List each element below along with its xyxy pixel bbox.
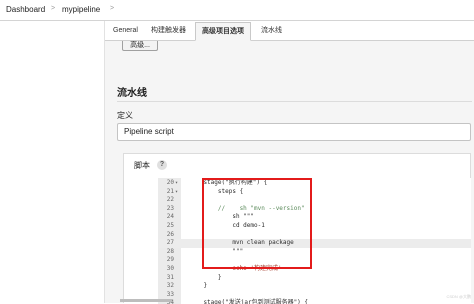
code-line[interactable]: 34 stage("发送jar包到测试服务器") {: [159, 299, 471, 304]
fold-arrow-icon[interactable]: ▾: [175, 179, 178, 188]
line-number: 23: [166, 204, 174, 212]
fold-arrow-icon[interactable]: ▾: [175, 188, 178, 197]
tab-advanced-project-options[interactable]: 高级项目选项: [195, 22, 251, 41]
tab-pipeline[interactable]: 流水线: [255, 21, 288, 40]
breadcrumb-separator-icon: >: [51, 5, 56, 12]
line-number: 29: [166, 256, 174, 264]
tab-build-triggers[interactable]: 构建触发器: [145, 21, 192, 40]
definition-select[interactable]: Pipeline script: [117, 123, 471, 141]
divider: [117, 101, 472, 102]
breadcrumb-mypipeline[interactable]: mypipeline: [62, 5, 100, 14]
line-number: 22: [166, 196, 174, 204]
sidebar: [0, 21, 105, 303]
advanced-button[interactable]: 高级...: [122, 41, 158, 51]
script-label: 脚本: [134, 161, 150, 170]
help-icon[interactable]: ?: [157, 160, 167, 170]
line-number: 31: [166, 273, 174, 281]
line-number: 24: [166, 213, 174, 221]
definition-label: 定义: [117, 111, 133, 120]
watermark: CSDN @大鹏: [446, 294, 471, 299]
line-number: 26: [166, 230, 174, 238]
line-number: 30: [166, 265, 174, 272]
tab-general[interactable]: General: [107, 21, 144, 40]
line-number: 20: [166, 179, 174, 186]
code-line[interactable]: 31 }: [159, 274, 471, 283]
line-number: 21: [166, 187, 174, 195]
config-tabs: General 构建触发器 高级项目选项 流水线: [105, 21, 474, 41]
line-number: 27: [166, 239, 174, 247]
line-number: 28: [166, 247, 174, 255]
code-text: stage("发送jar包到测试服务器") {: [189, 299, 309, 304]
breadcrumb: Dashboard > mypipeline >: [0, 0, 474, 21]
code-text: }: [189, 282, 208, 290]
breadcrumb-dashboard[interactable]: Dashboard: [6, 5, 45, 14]
highlight-box: [202, 178, 312, 269]
scrollbar[interactable]: [120, 299, 172, 302]
code-text: }: [189, 273, 222, 281]
code-line[interactable]: 32 }: [159, 282, 471, 291]
line-number: 32: [166, 282, 174, 290]
line-number: 25: [166, 222, 174, 229]
breadcrumb-separator-icon: >: [110, 5, 115, 12]
section-title: 流水线: [117, 88, 147, 99]
